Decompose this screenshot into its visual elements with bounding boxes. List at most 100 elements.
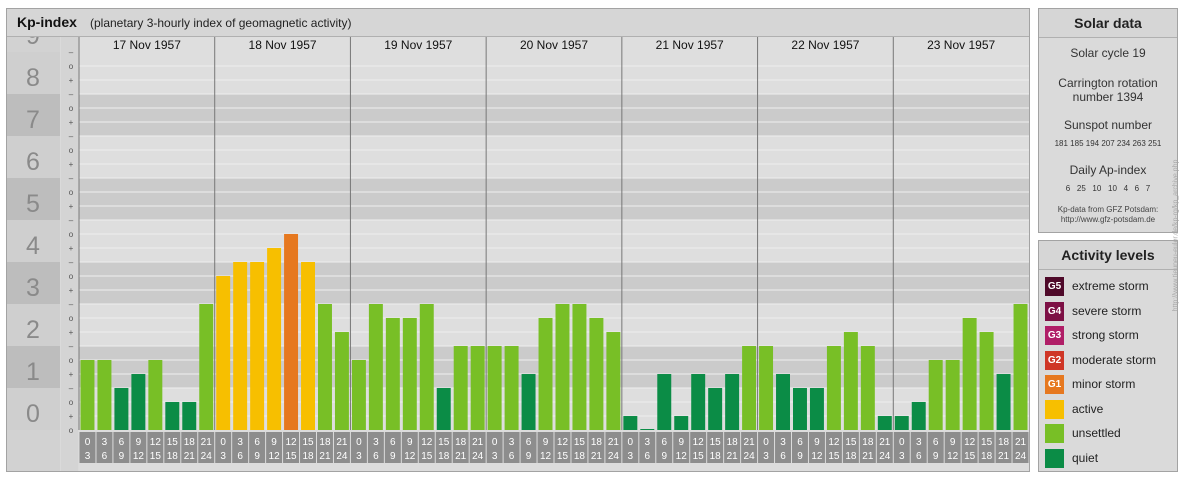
interval-end-label: 9: [390, 451, 396, 462]
kp-bar: [759, 346, 774, 430]
interval-start-label: 21: [608, 437, 620, 448]
interval-start-label: 18: [184, 437, 196, 448]
kp-bar: [843, 332, 858, 430]
y-tick-label: 2: [26, 316, 40, 344]
kp-bar: [504, 346, 519, 430]
sub-tick-label: +: [69, 118, 74, 127]
kp-bar: [199, 304, 214, 430]
interval-start-label: 15: [167, 437, 179, 448]
interval-end-label: 15: [150, 451, 162, 462]
interval-start-label: 15: [845, 437, 857, 448]
legend-label: active: [1072, 401, 1104, 416]
interval-start-label: 15: [302, 437, 314, 448]
interval-end-label: 3: [85, 451, 91, 462]
kp-bar: [318, 304, 332, 430]
sub-tick-label: +: [69, 76, 74, 85]
chart-title: Kp-index: [17, 14, 77, 30]
interval-end-label: 18: [574, 451, 586, 462]
legend-swatch: [1045, 448, 1064, 468]
interval-start-label: 18: [319, 437, 331, 448]
interval-end-label: 9: [933, 451, 939, 462]
interval-end-label: 18: [981, 451, 993, 462]
interval-end-label: 9: [661, 451, 667, 462]
kp-bar: [606, 332, 621, 430]
sub-tick-label: –: [69, 132, 74, 141]
interval-start-label: 18: [727, 437, 739, 448]
interval-end-label: 15: [693, 451, 705, 462]
sub-tick-label: o: [69, 426, 74, 435]
interval-end-label: 21: [455, 451, 467, 462]
interval-end-label: 3: [492, 451, 498, 462]
interval-end-label: 9: [254, 451, 260, 462]
interval-end-label: 21: [591, 451, 603, 462]
sub-tick-label: +: [69, 286, 74, 295]
interval-end-label: 9: [119, 451, 125, 462]
interval-end-label: 6: [237, 451, 243, 462]
sub-tick-label: –: [69, 384, 74, 393]
carrington-rotation-number: number 1394: [1072, 90, 1144, 104]
kp-bar: [267, 248, 282, 430]
activity-levels-header: Activity levels: [1039, 241, 1177, 270]
interval-start-label: 18: [455, 437, 467, 448]
sub-tick-label: o: [69, 398, 74, 407]
source-watermark: http://www.tieuneu-euler.de/kp-rg/kp_arc…: [1172, 159, 1180, 312]
interval-start-label: 0: [628, 437, 634, 448]
interval-end-label: 24: [472, 451, 484, 462]
kp-bar: [572, 304, 587, 430]
kp-bar: [436, 388, 451, 430]
interval-end-label: 12: [404, 451, 416, 462]
sub-tick-label: –: [69, 48, 74, 57]
interval-end-label: 24: [201, 451, 213, 462]
kp-bar: [657, 374, 672, 430]
plot-band: [79, 52, 1029, 94]
interval-end-label: 18: [302, 451, 314, 462]
interval-start-label: 12: [285, 437, 297, 448]
y-tick-label: 1: [26, 358, 40, 386]
interval-end-label: 3: [763, 451, 769, 462]
legend-swatch: G4: [1045, 301, 1064, 321]
interval-start-label: 3: [916, 437, 922, 448]
day-label: 18 Nov 1957: [249, 38, 317, 52]
interval-end-label: 12: [947, 451, 959, 462]
plot-band: [79, 220, 1029, 262]
interval-end-label: 24: [1015, 451, 1027, 462]
interval-start-label: 15: [574, 437, 586, 448]
legend-label: quiet: [1072, 450, 1099, 465]
sub-tick-label: o: [69, 230, 74, 239]
interval-end-label: 15: [964, 451, 976, 462]
data-source-url: http://www.gfz-potsdam.de: [1060, 215, 1156, 224]
interval-end-label: 12: [269, 451, 281, 462]
day-label: 23 Nov 1957: [927, 38, 995, 52]
interval-start-label: 18: [998, 437, 1010, 448]
interval-end-label: 24: [879, 451, 891, 462]
interval-end-label: 21: [727, 451, 739, 462]
kp-bar: [860, 346, 875, 430]
sub-tick-label: –: [69, 258, 74, 267]
kp-bar: [148, 359, 163, 430]
legend-swatch: G2: [1045, 350, 1064, 370]
kp-bar: [793, 388, 807, 430]
legend-label: minor storm: [1072, 377, 1136, 391]
interval-end-label: 24: [336, 451, 348, 462]
interval-start-label: 9: [136, 437, 142, 448]
y-tick-label: 8: [26, 64, 40, 92]
kp-bar: [538, 317, 553, 430]
interval-start-label: 9: [543, 437, 549, 448]
kp-bar: [691, 374, 706, 430]
kp-bar: [911, 401, 926, 430]
sub-tick-label: +: [69, 412, 74, 421]
daily-ap-title: Daily Ap-index: [1069, 163, 1147, 177]
kp-bar-chart: 0123456789+o–+o–+o–+o–+o–+o–+o–+o–+o–o17…: [7, 37, 1029, 471]
daily-ap-values: 6 25 10 10 4 6 7: [1065, 184, 1151, 193]
kp-bar: [555, 304, 570, 430]
interval-end-label: 21: [319, 451, 331, 462]
legend-label: moderate storm: [1072, 352, 1157, 367]
sub-tick-label: +: [69, 370, 74, 379]
interval-end-label: 15: [557, 451, 569, 462]
interval-start-label: 21: [744, 437, 756, 448]
kp-bar: [165, 401, 180, 430]
interval-start-label: 3: [780, 437, 786, 448]
kp-bar: [826, 346, 841, 430]
interval-start-label: 3: [509, 437, 515, 448]
interval-end-label: 3: [220, 451, 226, 462]
